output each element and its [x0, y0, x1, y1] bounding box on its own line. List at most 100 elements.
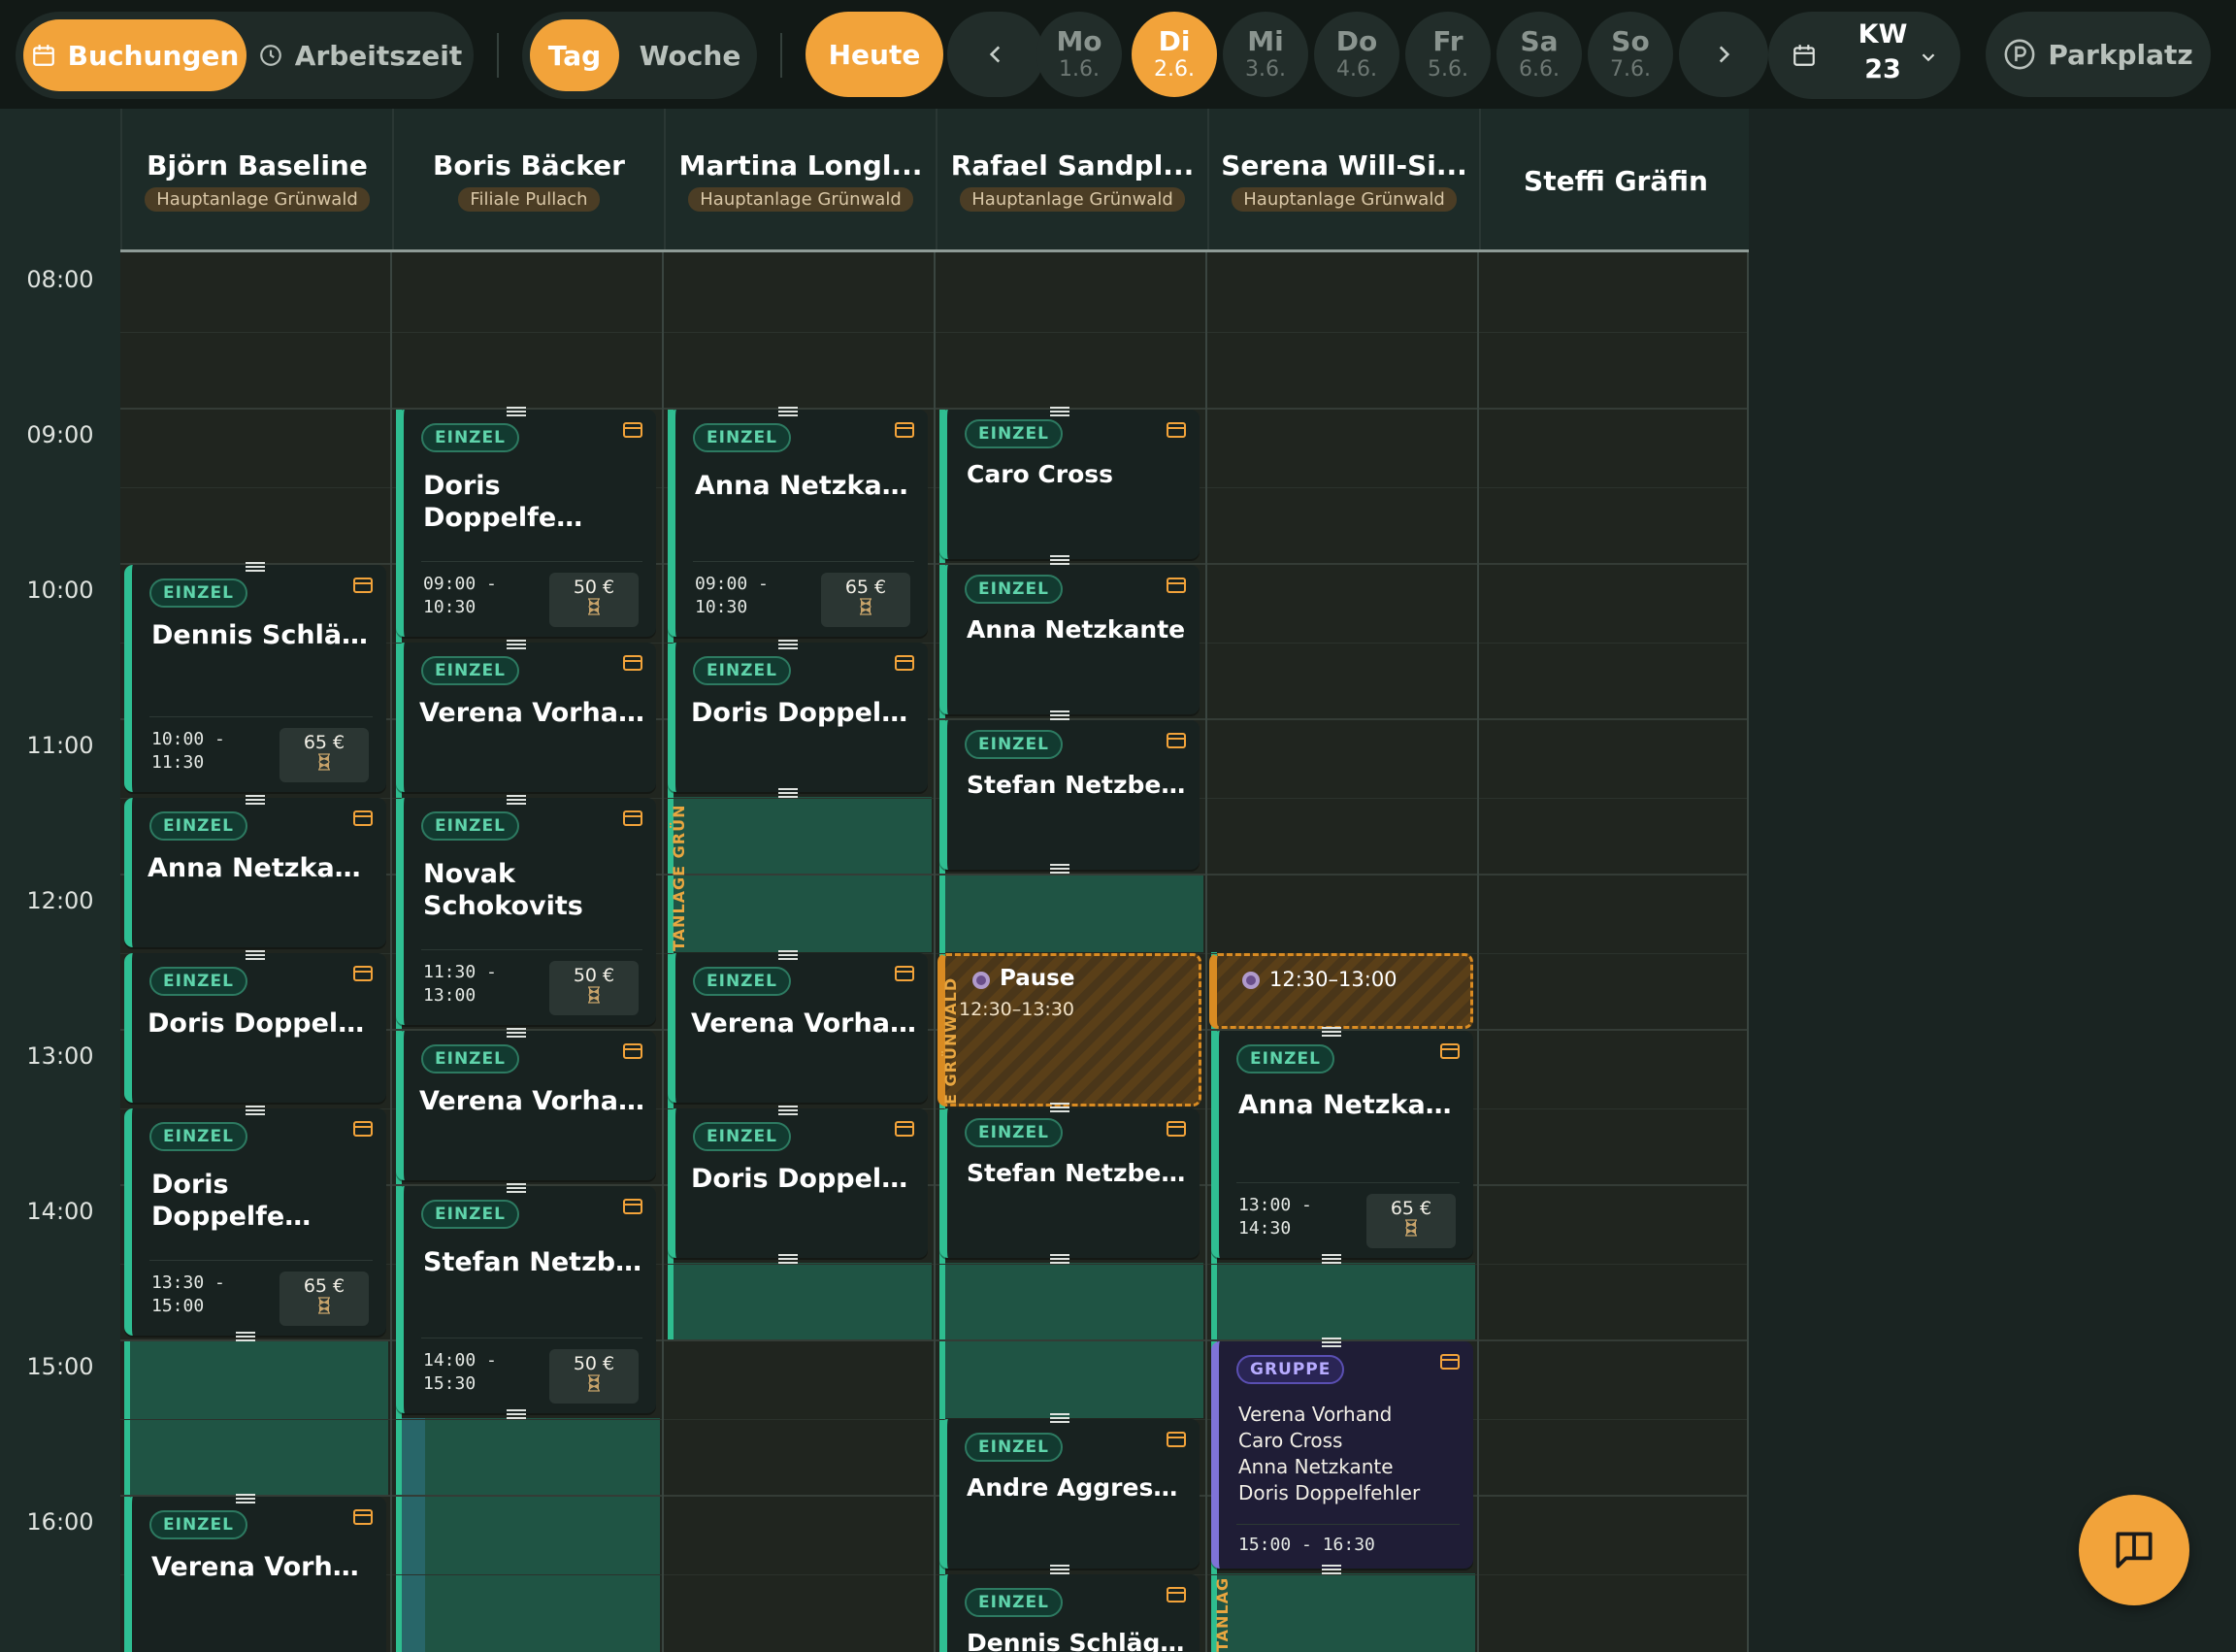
pause-block[interactable]: 12:30–13:00	[1209, 953, 1473, 1029]
resize-handle[interactable]	[1050, 1103, 1069, 1112]
participant-name: Anna Netzkante	[1238, 1455, 1394, 1478]
resize-handle[interactable]	[236, 1332, 255, 1341]
chat-button[interactable]	[2079, 1495, 2189, 1605]
day-di[interactable]: Di 2.6.	[1132, 12, 1217, 97]
booking-card[interactable]: EINZEL Anna Netzkante	[124, 798, 386, 947]
resize-handle[interactable]	[1322, 1027, 1341, 1037]
day-do[interactable]: Do 4.6.	[1314, 12, 1399, 97]
group-booking-card[interactable]: GRUPPE Verena Vorhand Caro Cross Anna Ne…	[1211, 1341, 1473, 1569]
booking-time: 09:00 - 10:30	[695, 574, 769, 617]
booking-card[interactable]: EINZEL Novak Schokovits 11:30 - 13:00 50…	[396, 798, 656, 1025]
player-name: Caro Cross	[967, 460, 1114, 488]
resize-handle[interactable]	[1322, 1254, 1341, 1264]
booking-card[interactable]: EINZEL Caro Cross	[939, 410, 1200, 559]
column-header-rafael[interactable]: Rafael Sandpl... Hauptanlage Grünwald	[936, 109, 1207, 252]
prev-day-button[interactable]	[947, 12, 1044, 97]
resize-handle[interactable]	[778, 1106, 798, 1115]
booking-type-badge: EINZEL	[693, 1122, 791, 1151]
resize-handle[interactable]	[778, 1254, 798, 1264]
parking-button[interactable]: Parkplatz	[1986, 12, 2211, 97]
hourglass-icon	[588, 986, 600, 1004]
resize-handle[interactable]	[507, 1409, 526, 1419]
resize-handle[interactable]	[236, 1494, 255, 1503]
resize-handle[interactable]	[778, 788, 798, 798]
booking-card[interactable]: EINZEL Doris Doppelfehler 13:30 - 15:00 …	[124, 1108, 386, 1336]
booking-card[interactable]: EINZEL Verena Vorhand	[668, 953, 928, 1103]
resize-handle[interactable]	[507, 1028, 526, 1038]
column-divider	[662, 252, 664, 1652]
bookings-button[interactable]: Buchungen	[23, 19, 247, 91]
resize-handle[interactable]	[1050, 864, 1069, 874]
booking-card[interactable]: EINZEL Stefan Netzberg 14:00 - 15:30 50 …	[396, 1186, 656, 1413]
resize-handle[interactable]	[507, 795, 526, 805]
resize-handle[interactable]	[246, 795, 265, 805]
resize-handle[interactable]	[1050, 407, 1069, 416]
resize-handle[interactable]	[246, 950, 265, 960]
booking-card[interactable]: EINZEL Verena Vorhand	[396, 643, 656, 792]
resize-handle[interactable]	[1322, 1565, 1341, 1574]
available-slot[interactable]	[1211, 1263, 1475, 1340]
week-picker[interactable]: KW 23	[1768, 12, 1960, 99]
player-name: Stefan Netzberg	[423, 1247, 644, 1277]
booking-card[interactable]: EINZEL Anna Netzkante 09:00 - 10:30 65 €	[668, 410, 928, 637]
day-fr[interactable]: Fr 5.6.	[1405, 12, 1491, 97]
day-mo[interactable]: Mo 1.6.	[1036, 12, 1122, 97]
resize-handle[interactable]	[1050, 1254, 1069, 1264]
column-header-boris[interactable]: Boris Bäcker Filiale Pullach	[392, 109, 664, 252]
resize-handle[interactable]	[1050, 710, 1069, 720]
day-sa[interactable]: Sa 6.6.	[1496, 12, 1582, 97]
booking-card[interactable]: EINZEL Doris Doppelfeh...	[124, 953, 386, 1103]
booking-card[interactable]: EINZEL Dennis Schläger 10:00 - 11:30 65 …	[124, 565, 386, 792]
resize-handle[interactable]	[246, 1106, 265, 1115]
resize-handle[interactable]	[507, 407, 526, 416]
booking-card[interactable]: EINZEL Anna Netzkante	[939, 565, 1200, 714]
booking-card[interactable]: EINZEL Doris Doppelfehler 09:00 - 10:30 …	[396, 410, 656, 637]
booking-type-badge: EINZEL	[965, 1588, 1063, 1617]
calendar-icon	[623, 422, 642, 438]
column-header-bjoern[interactable]: Björn Baseline Hauptanlage Grünwald	[120, 109, 392, 252]
column-header-steffi[interactable]: Steffi Gräfin	[1479, 109, 1751, 252]
resize-handle[interactable]	[778, 407, 798, 416]
today-button[interactable]: Heute	[806, 12, 943, 97]
clock-icon	[259, 45, 281, 66]
resize-handle[interactable]	[778, 950, 798, 960]
worktime-button[interactable]: Arbeitszeit	[258, 19, 462, 91]
coffee-icon	[1242, 972, 1260, 989]
location-badge: Filiale Pullach	[458, 187, 600, 212]
resize-handle[interactable]	[1050, 555, 1069, 565]
booking-card[interactable]: EINZEL Verena Vorhand	[396, 1031, 656, 1180]
resize-handle[interactable]	[1050, 1565, 1069, 1574]
available-slot[interactable]	[668, 1263, 932, 1340]
booking-card[interactable]: EINZEL Doris Doppelfeh...	[668, 1108, 928, 1258]
resize-handle[interactable]	[246, 562, 265, 572]
calendar-icon	[1440, 1354, 1460, 1370]
booking-card[interactable]: EINZEL Stefan Netzberg	[939, 1108, 1200, 1258]
booking-type-badge: EINZEL	[693, 656, 791, 685]
day-view-button[interactable]: Tag	[530, 19, 619, 91]
column-header-serena[interactable]: Serena Will-Si... Hauptanlage Grünwald	[1207, 109, 1479, 252]
available-slot[interactable]	[1211, 1573, 1475, 1652]
available-slot[interactable]	[939, 875, 1203, 952]
available-slot[interactable]	[396, 1418, 660, 1652]
booking-card[interactable]: EINZEL Verena Vorhand	[124, 1497, 386, 1652]
chevron-left-icon	[989, 46, 1001, 63]
available-slot[interactable]	[124, 1340, 388, 1496]
pause-block[interactable]: Pause 12:30–13:30	[937, 953, 1201, 1107]
booking-card[interactable]: EINZEL Doris Doppelfeh...	[668, 643, 928, 792]
resize-handle[interactable]	[778, 640, 798, 649]
resize-handle[interactable]	[1050, 1413, 1069, 1423]
booking-type-badge: EINZEL	[965, 1118, 1063, 1147]
booking-card[interactable]: EINZEL Dennis Schläger	[939, 1574, 1200, 1652]
next-day-button[interactable]	[1679, 12, 1768, 97]
resize-handle[interactable]	[507, 640, 526, 649]
column-header-martina[interactable]: Martina Longl... Hauptanlage Grünwald	[664, 109, 936, 252]
booking-card[interactable]: EINZEL Anna Netzkante 13:00 - 14:30 65 €	[1211, 1031, 1473, 1258]
resize-handle[interactable]	[1322, 1338, 1341, 1347]
booking-card[interactable]: EINZEL Stefan Netzberg	[939, 720, 1200, 870]
card-divider	[1236, 1182, 1460, 1183]
booking-card[interactable]: EINZEL Andre Aggressiv	[939, 1419, 1200, 1569]
resize-handle[interactable]	[507, 1183, 526, 1193]
day-mi[interactable]: Mi 3.6.	[1223, 12, 1308, 97]
day-so[interactable]: So 7.6.	[1588, 12, 1673, 97]
week-view-button[interactable]: Woche	[631, 19, 749, 91]
